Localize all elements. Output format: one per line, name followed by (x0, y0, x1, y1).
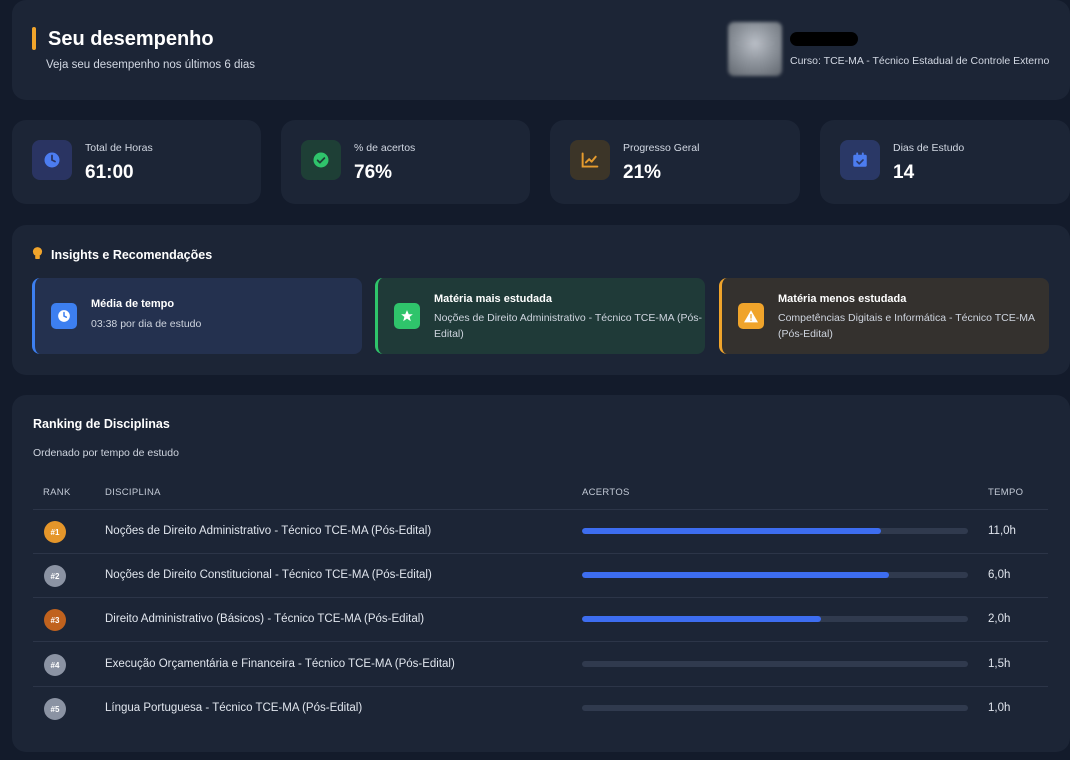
accuracy-bar (582, 528, 968, 534)
table-row[interactable]: #3 Direito Administrativo (Básicos) - Té… (33, 598, 1048, 642)
star-icon (394, 303, 420, 329)
course-label: Curso: TCE-MA - Técnico Estadual de Cont… (790, 55, 1050, 67)
clock-icon (51, 303, 77, 329)
rank-badge: #1 (44, 521, 66, 543)
ranking-subtitle: Ordenado por tempo de estudo (33, 447, 179, 459)
table-row[interactable]: #2 Noções de Direito Constitucional - Té… (33, 554, 1048, 598)
stat-label: Progresso Geral (623, 142, 700, 154)
discipline-name: Direito Administrativo (Básicos) - Técni… (105, 613, 425, 625)
table-row[interactable]: #4 Execução Orçamentária e Financeira - … (33, 643, 1048, 687)
study-time: 6,0h (988, 569, 1011, 581)
study-time: 2,0h (988, 613, 1011, 625)
discipline-name: Execução Orçamentária e Financeira - Téc… (105, 658, 455, 670)
stat-label: % de acertos (354, 142, 416, 154)
column-header-rank[interactable]: RANK (43, 487, 71, 498)
study-time: 1,0h (988, 702, 1011, 714)
discipline-name: Língua Portuguesa - Técnico TCE-MA (Pós-… (105, 702, 363, 714)
accuracy-bar (582, 572, 968, 578)
insight-text: 03:38 por dia de estudo (91, 318, 202, 330)
insights-title: Insights e Recomendações (51, 248, 213, 262)
insight-average-time: Média de tempo 03:38 por dia de estudo (32, 278, 362, 354)
stat-card-total-hours: Total de Horas 61:00 (12, 120, 261, 204)
ranking-title: Ranking de Disciplinas (33, 417, 170, 431)
accuracy-bar-fill (582, 528, 882, 534)
accuracy-bar (582, 616, 968, 622)
rank-badge: #5 (44, 698, 66, 720)
accuracy-bar (582, 705, 968, 711)
warning-icon (738, 303, 764, 329)
column-header-time[interactable]: TEMPO (988, 487, 1023, 498)
insight-least-studied: Matéria menos estudada Competências Digi… (719, 278, 1049, 354)
stat-value: 21% (623, 162, 662, 183)
page-subtitle: Veja seu desempenho nos últimos 6 dias (46, 59, 256, 71)
stat-card-progress: Progresso Geral 21% (550, 120, 800, 204)
discipline-name: Noções de Direito Administrativo - Técni… (105, 525, 432, 537)
stat-label: Total de Horas (85, 142, 153, 154)
rank-badge: #4 (44, 654, 66, 676)
accuracy-bar-fill (582, 616, 822, 622)
insight-text: Noções de Direito Administrativo - Técni… (434, 312, 703, 340)
column-header-discipline[interactable]: DISCIPLINA (105, 487, 161, 498)
discipline-name: Noções de Direito Constitucional - Técni… (105, 569, 432, 581)
accuracy-bar (582, 661, 968, 667)
trend-chart-icon (570, 140, 610, 180)
study-time: 1,5h (988, 658, 1011, 670)
lightbulb-icon (32, 246, 43, 266)
insights-section: Insights e Recomendações Média de tempo … (12, 225, 1070, 375)
check-circle-icon (301, 140, 341, 180)
title-accent-bar (32, 27, 36, 50)
stat-label: Dias de Estudo (893, 142, 965, 154)
stat-value: 61:00 (85, 162, 134, 183)
avatar[interactable] (728, 22, 782, 76)
stat-card-study-days: Dias de Estudo 14 (820, 120, 1070, 204)
ranking-section: Ranking de Disciplinas Ordenado por temp… (12, 395, 1070, 752)
rank-badge: #2 (44, 565, 66, 587)
performance-header: Seu desempenho Veja seu desempenho nos ú… (12, 0, 1070, 100)
user-name-redacted (790, 32, 858, 46)
clock-icon (32, 140, 72, 180)
page-title: Seu desempenho (48, 28, 214, 50)
study-time: 11,0h (988, 525, 1016, 537)
table-row[interactable]: #5 Língua Portuguesa - Técnico TCE-MA (P… (33, 687, 1048, 731)
insight-title: Média de tempo (91, 298, 175, 310)
insight-title: Matéria mais estudada (434, 293, 552, 305)
insight-title: Matéria menos estudada (778, 293, 907, 305)
stat-card-accuracy: % de acertos 76% (281, 120, 530, 204)
rank-badge: #3 (44, 609, 66, 631)
column-header-accuracy[interactable]: ACERTOS (582, 487, 630, 498)
stat-value: 76% (354, 162, 393, 183)
accuracy-bar-fill (582, 572, 889, 578)
calendar-check-icon (840, 140, 880, 180)
insight-text: Competências Digitais e Informática - Té… (778, 312, 1035, 340)
stat-value: 14 (893, 162, 915, 183)
insight-most-studied: Matéria mais estudada Noções de Direito … (375, 278, 705, 354)
table-row[interactable]: #1 Noções de Direito Administrativo - Té… (33, 510, 1048, 554)
